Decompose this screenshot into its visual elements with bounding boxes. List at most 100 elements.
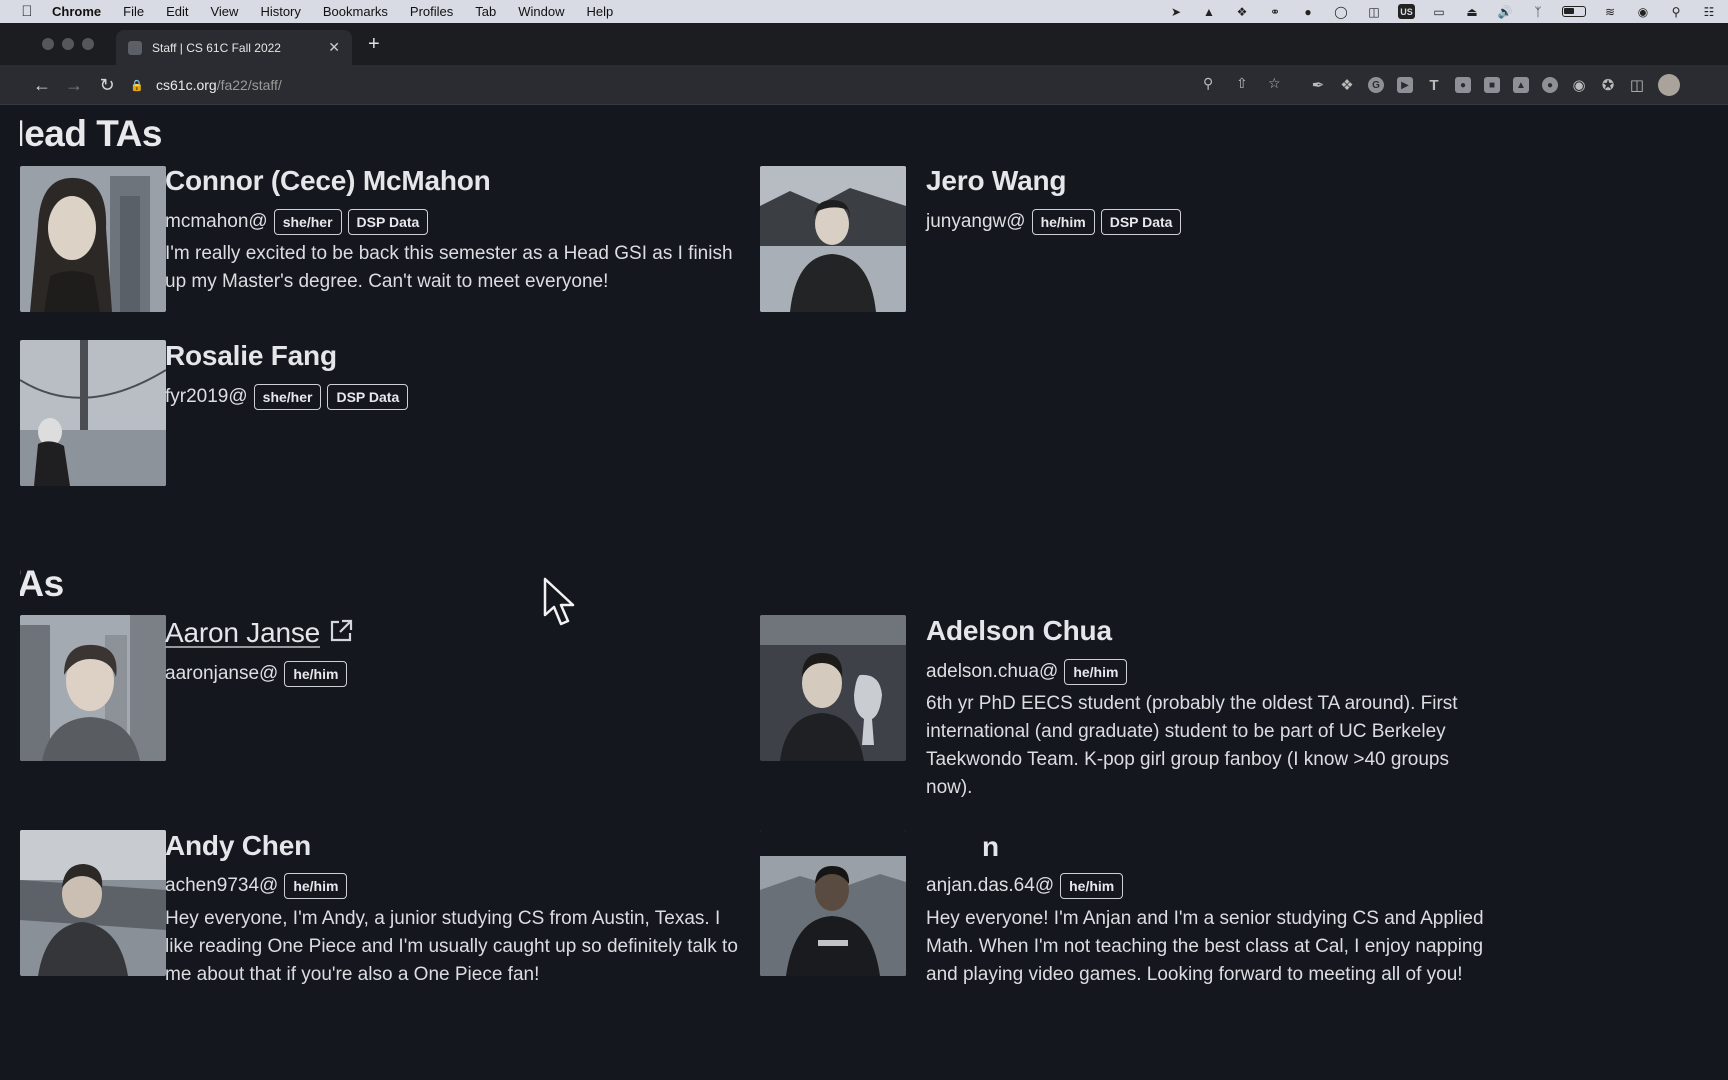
- window-close-button[interactable]: [42, 38, 54, 50]
- extension-pen-icon[interactable]: ✒: [1310, 77, 1326, 94]
- photo-jero: [760, 166, 906, 312]
- dsp-badge-jero: DSP Data: [1100, 209, 1182, 235]
- extension-shield-icon[interactable]: ■: [1484, 77, 1500, 93]
- menu-bar-status-area: ➤ ▲ ❖ ⚭ ● ◯ ◫ US ▭ ⏏ 🔊 ᛉ ≋ ◉ ⚲ ☷: [1167, 0, 1718, 23]
- email-aaron: aaronjanse@: [165, 663, 279, 684]
- control-center-icon[interactable]: ☷: [1700, 5, 1718, 19]
- bio-andy: Hey everyone, I'm Andy, a junior studyin…: [165, 908, 738, 985]
- browser-toolbar: ← → ↻ 🔒 cs61c.org/fa22/staff/ ⚲ ⇧ ☆ ✒ ❖ …: [0, 65, 1728, 105]
- profile-avatar[interactable]: [1658, 74, 1680, 96]
- pronouns-badge-anjan: he/him: [1060, 873, 1124, 899]
- url-host: cs61c.org: [156, 77, 217, 93]
- extension-grammarly-icon[interactable]: G: [1368, 77, 1384, 93]
- extension-drop-icon[interactable]: ◉: [1571, 77, 1587, 94]
- drive-icon[interactable]: ▲: [1200, 5, 1218, 19]
- zoom-icon[interactable]: ⚲: [1203, 75, 1213, 92]
- name-aaron: Aaron Janse: [165, 617, 321, 648]
- bio-connor: I'm really excited to be back this semes…: [165, 243, 733, 292]
- bluetooth-icon[interactable]: ᛉ: [1529, 5, 1547, 19]
- photo-connor: [20, 166, 166, 312]
- meta-adelson: adelson.chua@ he/him: [926, 659, 1128, 685]
- extension-tile-icon[interactable]: ●: [1455, 77, 1471, 93]
- mouse-cursor-icon: [543, 577, 575, 626]
- lock-icon[interactable]: 🔒: [130, 79, 144, 92]
- extension-circle-icon[interactable]: ●: [1542, 77, 1558, 93]
- meta-jero: junyangw@ he/him DSP Data: [926, 209, 1182, 235]
- pronouns-badge-jero: he/him: [1031, 209, 1095, 235]
- forward-arrow-icon[interactable]: →: [62, 73, 86, 97]
- extension-font-icon[interactable]: T: [1426, 77, 1442, 94]
- apple-menu-icon[interactable]: : [16, 1, 38, 23]
- meta-connor: mcmahon@ she/her DSP Data: [165, 209, 429, 235]
- share-icon[interactable]: ⇧: [1236, 75, 1248, 92]
- section-title-head-tas: Head TAs: [20, 113, 162, 154]
- input-source-icon[interactable]: US: [1398, 4, 1415, 19]
- tab-title: Staff | CS 61C Fall 2022: [152, 40, 281, 55]
- menu-history[interactable]: History: [260, 4, 300, 19]
- photo-aaron: [20, 615, 166, 761]
- creative-cloud-icon[interactable]: ⚭: [1266, 5, 1284, 19]
- tab-close-icon[interactable]: ✕: [328, 39, 340, 56]
- email-anjan: anjan.das.64@: [926, 875, 1055, 896]
- photo-rosalie: [20, 340, 166, 486]
- url-path: /fa22/staff/: [216, 77, 282, 93]
- email-adelson: adelson.chua@: [926, 661, 1059, 682]
- menu-window[interactable]: Window: [518, 4, 564, 19]
- window-zoom-button[interactable]: [82, 38, 94, 50]
- browser-tab-active[interactable]: Staff | CS 61C Fall 2022 ✕: [116, 30, 352, 65]
- staff-page: Head TAs Connor (Cece) McMahon mcmahon@ …: [20, 105, 1728, 1080]
- menu-bookmarks[interactable]: Bookmarks: [323, 4, 388, 19]
- battery-icon[interactable]: [1562, 6, 1586, 17]
- menu-help[interactable]: Help: [587, 4, 614, 19]
- back-arrow-icon[interactable]: ←: [30, 73, 54, 97]
- name-connor: Connor (Cece) McMahon: [165, 165, 491, 196]
- dropbox-icon[interactable]: ❖: [1233, 5, 1251, 19]
- email-jero: junyangw@: [926, 211, 1026, 232]
- pronouns-badge-aaron: he/him: [284, 661, 348, 687]
- address-bar[interactable]: 🔒 cs61c.org/fa22/staff/: [130, 69, 1290, 101]
- macos-menu-bar:  Chrome File Edit View History Bookmark…: [0, 0, 1728, 23]
- windows-icon[interactable]: ◫: [1365, 5, 1383, 19]
- extension-media-icon[interactable]: ▶: [1397, 77, 1413, 93]
- browser-tab-strip: Staff | CS 61C Fall 2022 ✕ +: [0, 23, 1728, 65]
- volume-icon[interactable]: 🔊: [1496, 5, 1514, 19]
- pronouns-badge-rosalie: she/her: [253, 384, 322, 410]
- wifi-icon[interactable]: ≋: [1601, 5, 1619, 19]
- name-anjan: n: [982, 831, 999, 862]
- menu-file[interactable]: File: [123, 4, 144, 19]
- display-icon[interactable]: ▭: [1430, 5, 1448, 19]
- new-tab-plus-icon[interactable]: +: [368, 33, 380, 56]
- reload-icon[interactable]: ↻: [95, 73, 119, 97]
- window-minimize-button[interactable]: [62, 38, 74, 50]
- media-icon[interactable]: ●: [1299, 5, 1317, 19]
- bookmark-star-icon[interactable]: ☆: [1268, 75, 1281, 92]
- menu-tab[interactable]: Tab: [475, 4, 496, 19]
- email-andy: achen9734@: [165, 875, 279, 896]
- pronouns-badge-connor: she/her: [273, 209, 342, 235]
- eject-icon[interactable]: ⏏: [1463, 5, 1481, 19]
- globe-icon[interactable]: ◯: [1332, 5, 1350, 19]
- name-jero: Jero Wang: [926, 165, 1067, 196]
- side-panel-icon[interactable]: ◫: [1629, 77, 1645, 94]
- bio-anjan: Hey everyone! I'm Anjan and I'm a senior…: [926, 908, 1484, 985]
- location-arrow-icon[interactable]: ➤: [1167, 5, 1185, 19]
- section-title-tas: TAs: [20, 563, 64, 604]
- menu-edit[interactable]: Edit: [166, 4, 188, 19]
- extension-image-icon[interactable]: ▲: [1513, 77, 1529, 93]
- extensions-puzzle-icon[interactable]: ✪: [1600, 77, 1616, 94]
- menu-view[interactable]: View: [210, 4, 238, 19]
- menu-app-chrome[interactable]: Chrome: [52, 4, 101, 19]
- photo-adelson: [760, 615, 906, 761]
- extension-dropbox-icon[interactable]: ❖: [1339, 77, 1355, 94]
- photo-anjan: [760, 830, 906, 976]
- email-connor: mcmahon@: [165, 211, 268, 232]
- meta-anjan: anjan.das.64@ he/him: [926, 873, 1124, 899]
- user-icon[interactable]: ◉: [1634, 5, 1652, 19]
- external-link-icon: [330, 619, 353, 642]
- meta-rosalie: fyr2019@ she/her DSP Data: [165, 384, 409, 410]
- menu-profiles[interactable]: Profiles: [410, 4, 453, 19]
- spotlight-search-icon[interactable]: ⚲: [1667, 5, 1685, 19]
- meta-andy: achen9734@ he/him: [165, 873, 348, 899]
- name-adelson: Adelson Chua: [926, 615, 1112, 646]
- name-aaron-link[interactable]: Aaron Janse: [165, 617, 354, 649]
